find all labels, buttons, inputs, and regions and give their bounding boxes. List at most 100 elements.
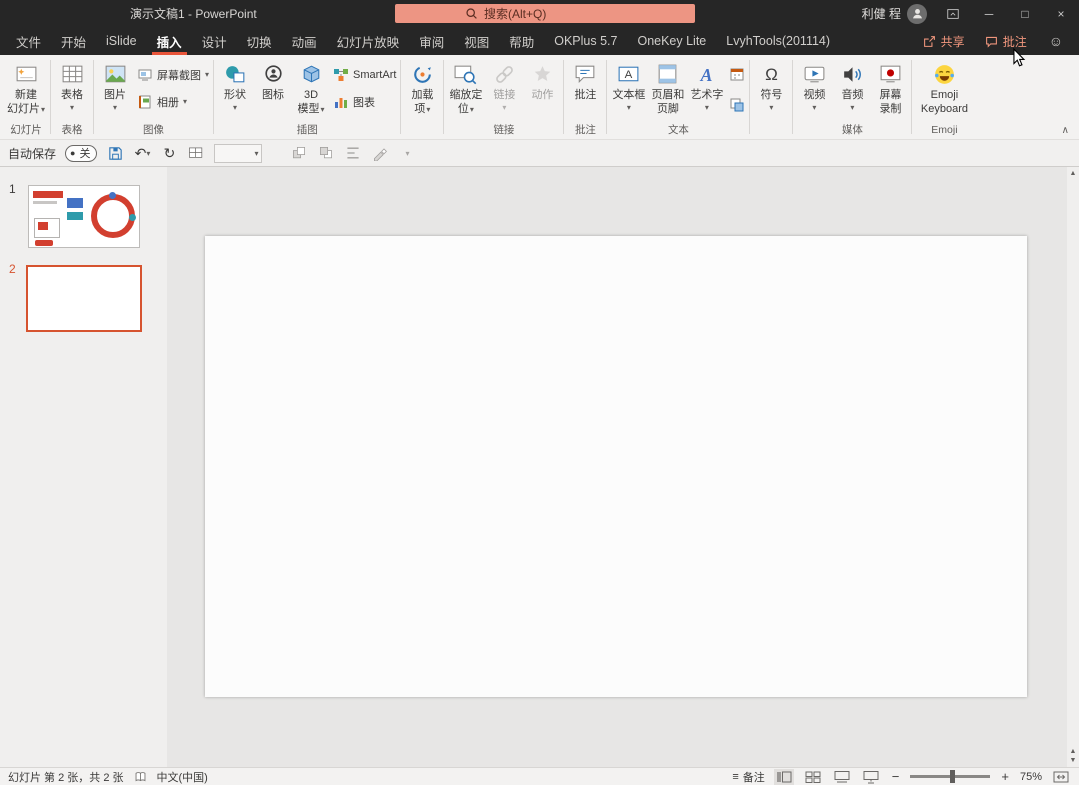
ribbon-group-media: 视频▾ 音频▾ 屏幕录制 媒体 bbox=[794, 55, 910, 139]
three-d-models-button[interactable]: 3D模型▾ bbox=[292, 57, 330, 121]
save-button[interactable] bbox=[106, 142, 124, 164]
redo-button[interactable]: ↻ bbox=[160, 142, 178, 164]
search-placeholder: 搜索(Alt+Q) bbox=[484, 5, 546, 22]
tab-view[interactable]: 视图 bbox=[454, 27, 499, 55]
screenshot-button[interactable]: 屏幕截图 ▾ bbox=[136, 66, 209, 83]
group-separator bbox=[606, 60, 607, 134]
smartart-button[interactable]: SmartArt bbox=[332, 66, 396, 83]
minimize-button[interactable]: ─ bbox=[971, 0, 1007, 27]
slide-2-thumbnail[interactable] bbox=[26, 265, 142, 332]
next-slide-button[interactable]: ▼ bbox=[1070, 756, 1077, 767]
user-name[interactable]: 利健 程 bbox=[862, 5, 901, 22]
zoom-slider[interactable] bbox=[910, 775, 990, 778]
shapes-icon bbox=[222, 61, 249, 88]
tab-insert[interactable]: 插入 bbox=[147, 27, 192, 55]
comment-bubble-icon bbox=[985, 35, 998, 48]
audio-button[interactable]: 音频▾ bbox=[833, 57, 871, 121]
add-ins-button[interactable]: 加载项▾ bbox=[403, 57, 441, 121]
date-time-button[interactable] bbox=[728, 65, 745, 82]
maximize-button[interactable]: □ bbox=[1007, 0, 1043, 27]
new-slide-button[interactable]: 新建幻灯片▾ bbox=[4, 57, 48, 121]
photo-album-button[interactable]: 相册 ▾ bbox=[136, 93, 209, 110]
title-bar: 演示文稿1 - PowerPoint 搜索(Alt+Q) 利健 程 ─ □ × bbox=[0, 0, 1079, 27]
language-indicator[interactable]: 中文(中国) bbox=[157, 769, 208, 785]
shapes-button[interactable]: 形状▾ bbox=[216, 57, 254, 121]
fit-slide-to-window-button[interactable] bbox=[1051, 769, 1071, 785]
screen-recording-button[interactable]: 屏幕录制 bbox=[871, 57, 909, 121]
bring-forward-button[interactable] bbox=[290, 142, 308, 164]
object-button[interactable] bbox=[728, 96, 745, 113]
autosave-toggle[interactable]: ● 关 bbox=[65, 145, 97, 162]
feedback-smiley-icon[interactable]: ☺ bbox=[1037, 33, 1075, 49]
wordart-icon: A bbox=[693, 61, 720, 88]
tab-transitions[interactable]: 切换 bbox=[237, 27, 282, 55]
group-label-text: 文本 bbox=[609, 123, 747, 139]
reading-view-button[interactable] bbox=[832, 769, 852, 785]
wordart-button[interactable]: A 艺术字▾ bbox=[687, 57, 726, 121]
group-separator bbox=[213, 60, 214, 134]
close-button[interactable]: × bbox=[1043, 0, 1079, 27]
header-footer-button[interactable]: 页眉和页脚 bbox=[648, 57, 687, 121]
emoji-keyboard-button[interactable]: EmojiKeyboard bbox=[914, 57, 974, 121]
avatar[interactable] bbox=[907, 4, 927, 24]
slide-2-number: 2 bbox=[9, 262, 16, 276]
grid-button[interactable] bbox=[187, 142, 205, 164]
symbol-button[interactable]: Ω 符号▾ bbox=[752, 57, 790, 121]
video-button[interactable]: 视频▾ bbox=[795, 57, 833, 121]
previous-slide-button[interactable]: ▲ bbox=[1070, 747, 1077, 756]
scroll-up-button[interactable]: ▲ bbox=[1070, 167, 1077, 180]
action-button[interactable]: 动作 bbox=[523, 57, 561, 121]
tab-onekey-lite[interactable]: OneKey Lite bbox=[627, 27, 716, 55]
comments-button[interactable]: 批注 bbox=[975, 27, 1037, 55]
search-box[interactable]: 搜索(Alt+Q) bbox=[395, 4, 695, 23]
collapse-ribbon-button[interactable]: ∧ bbox=[1058, 123, 1073, 138]
icons-button[interactable]: 图标 bbox=[254, 57, 292, 121]
align-objects-button[interactable] bbox=[344, 142, 362, 164]
normal-view-button[interactable] bbox=[774, 769, 794, 785]
tab-slideshow[interactable]: 幻灯片放映 bbox=[327, 27, 410, 55]
tab-design[interactable]: 设计 bbox=[192, 27, 237, 55]
share-button[interactable]: 共享 bbox=[913, 27, 975, 55]
slideshow-view-button[interactable] bbox=[861, 769, 881, 785]
slide-1-thumbnail[interactable] bbox=[28, 185, 140, 248]
tab-help[interactable]: 帮助 bbox=[499, 27, 544, 55]
notes-button[interactable]: ≡ 备注 bbox=[732, 769, 764, 785]
new-slide-icon bbox=[13, 61, 40, 88]
tab-lvyhtools[interactable]: LvyhTools(201114) bbox=[716, 27, 840, 55]
tab-home[interactable]: 开始 bbox=[51, 27, 96, 55]
table-button[interactable]: 表格▾ bbox=[53, 57, 91, 121]
slide-editing-area[interactable] bbox=[205, 236, 1027, 697]
powerpoint-window: 演示文稿1 - PowerPoint 搜索(Alt+Q) 利健 程 ─ □ × … bbox=[0, 0, 1079, 785]
format-painter-button[interactable] bbox=[371, 142, 389, 164]
zoom-out-button[interactable]: − bbox=[890, 769, 902, 784]
zoom-level[interactable]: 75% bbox=[1020, 771, 1042, 783]
qat-combobox[interactable]: ▾ bbox=[214, 144, 262, 163]
zoom-in-button[interactable]: + bbox=[999, 769, 1011, 784]
comment-icon bbox=[572, 61, 599, 88]
tab-islide[interactable]: iSlide bbox=[96, 27, 147, 55]
ribbon-display-options-button[interactable] bbox=[935, 0, 971, 27]
toggle-dot-icon: ● bbox=[70, 148, 75, 158]
vertical-scrollbar[interactable]: ▲ ▲ ▼ bbox=[1067, 167, 1079, 767]
tab-review[interactable]: 审阅 bbox=[409, 27, 454, 55]
pictures-button[interactable]: 图片▾ bbox=[96, 57, 134, 121]
zoom-button[interactable]: 缩放定位▾ bbox=[446, 57, 485, 121]
undo-button[interactable]: ↶▾ bbox=[133, 142, 151, 164]
tab-file[interactable]: 文件 bbox=[6, 27, 51, 55]
customize-qat-button[interactable]: ▾ bbox=[398, 142, 416, 164]
spellcheck-book-icon[interactable] bbox=[134, 770, 147, 783]
screen-recording-icon bbox=[877, 61, 904, 88]
emoji-icon bbox=[931, 61, 958, 88]
slide-sorter-view-button[interactable] bbox=[803, 769, 823, 785]
group-separator bbox=[400, 60, 401, 134]
send-backward-button[interactable] bbox=[317, 142, 335, 164]
date-time-icon bbox=[728, 65, 745, 82]
text-box-button[interactable]: A 文本框▾ bbox=[609, 57, 648, 121]
tab-okplus[interactable]: OKPlus 5.7 bbox=[544, 27, 627, 55]
new-comment-button[interactable]: 批注 bbox=[566, 57, 604, 121]
tab-animations[interactable]: 动画 bbox=[282, 27, 327, 55]
chart-button[interactable]: 图表 bbox=[332, 93, 396, 110]
group-label-illustrations: 插图 bbox=[216, 123, 398, 139]
zoom-slider-thumb[interactable] bbox=[950, 770, 955, 783]
link-button[interactable]: 链接▾ bbox=[485, 57, 523, 121]
